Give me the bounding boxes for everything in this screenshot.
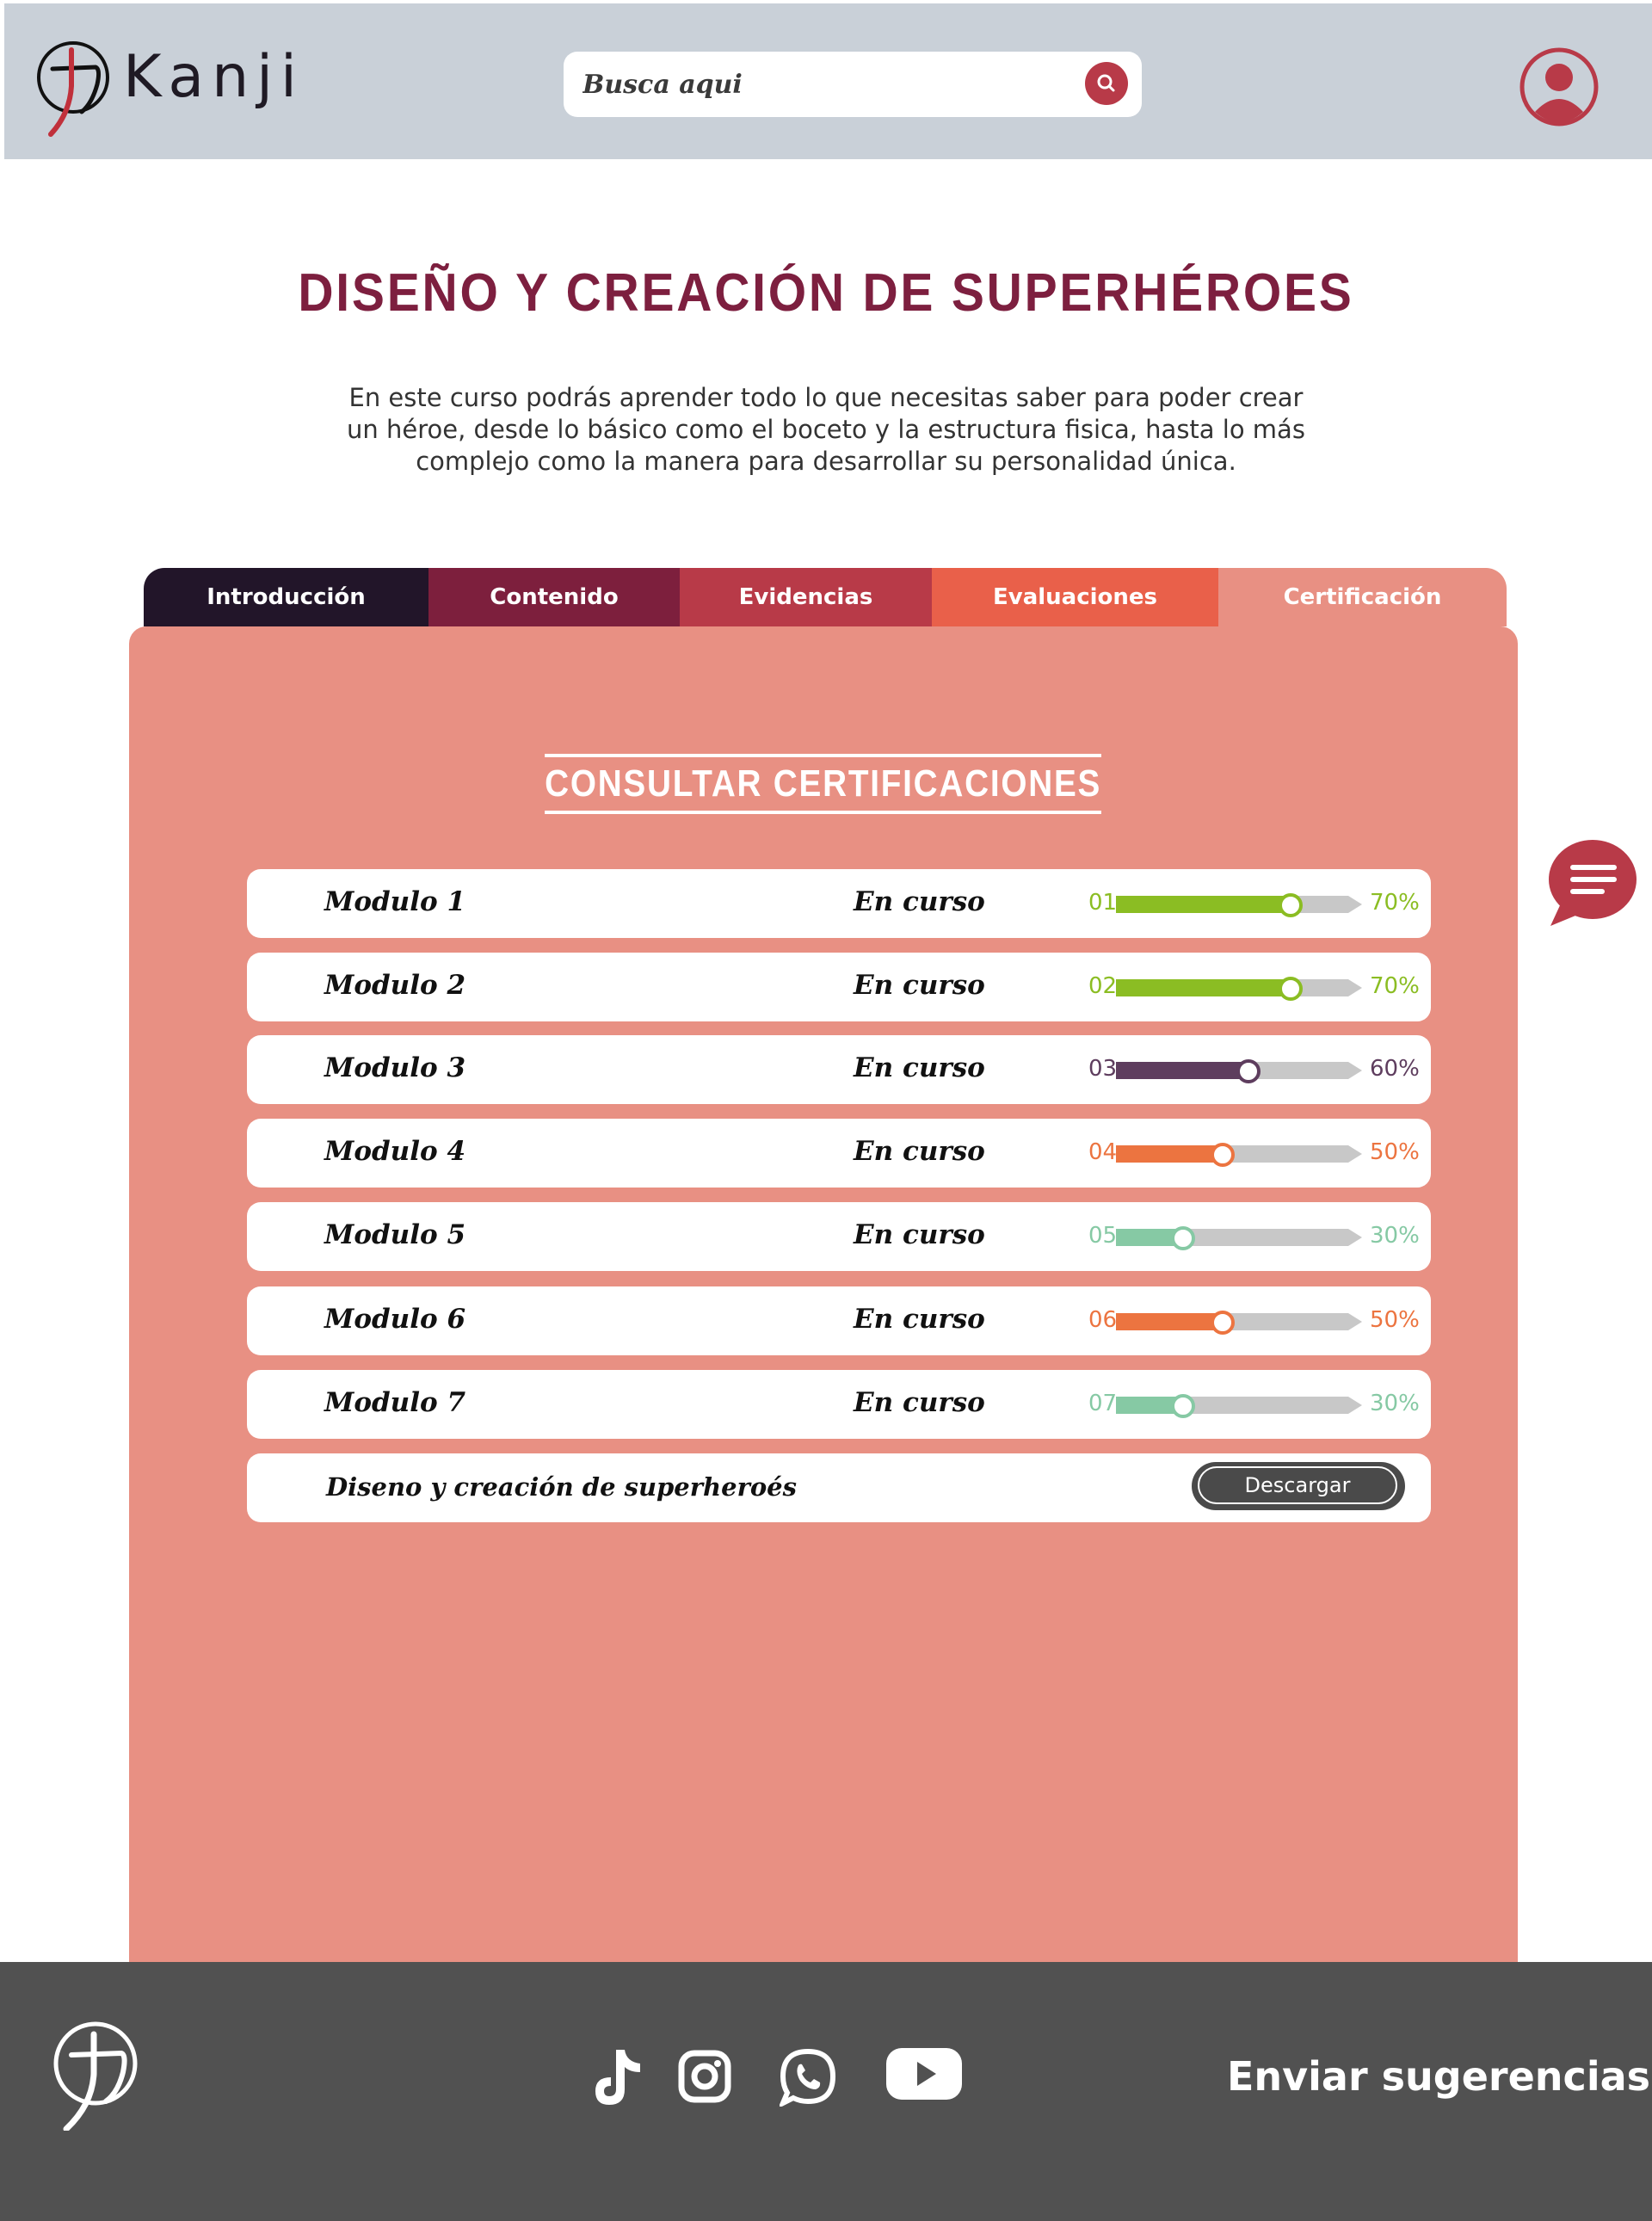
youtube-link[interactable] — [886, 2045, 962, 2107]
progress-knob[interactable] — [1211, 1143, 1235, 1167]
tab-evidencias[interactable]: Evidencias — [680, 568, 932, 626]
course-description: En este curso podrás aprender todo lo qu… — [347, 383, 1305, 476]
module-number: 01 — [1088, 890, 1118, 916]
progress-track-arrow — [1348, 896, 1362, 913]
module-name: Modulo 2 — [324, 970, 466, 1001]
user-avatar[interactable] — [1519, 46, 1600, 127]
whatsapp-icon — [778, 2048, 836, 2109]
module-status: En curso — [854, 1304, 985, 1335]
progress-knob[interactable] — [1171, 1394, 1195, 1418]
progress-track-arrow — [1348, 1145, 1362, 1163]
module-name: Modulo 5 — [324, 1219, 466, 1250]
module-percent: 60% — [1370, 1056, 1420, 1082]
panel-title: CONSULTAR CERTIFICACIONES — [129, 754, 1518, 814]
progress-track-arrow — [1348, 1062, 1362, 1079]
tab-contenido[interactable]: Contenido — [428, 568, 680, 626]
kanji-logo-icon — [53, 2021, 138, 2132]
user-icon — [1519, 47, 1599, 126]
progress-fill — [1116, 979, 1291, 996]
certification-panel: CONSULTAR CERTIFICACIONES Modulo 1 En cur… — [129, 626, 1518, 1962]
progress-fill — [1116, 896, 1291, 913]
module-row[interactable]: Modulo 5 En curso 05 30% — [247, 1202, 1431, 1271]
module-name: Modulo 3 — [324, 1052, 466, 1083]
certificate-name: Diseno y creación de superheroés — [326, 1472, 797, 1502]
header: Kanji — [4, 3, 1652, 159]
module-percent: 70% — [1370, 973, 1420, 999]
module-row[interactable]: Modulo 2 En curso 02 70% — [247, 953, 1431, 1021]
module-name: Modulo 6 — [324, 1304, 466, 1335]
module-number: 02 — [1088, 973, 1118, 999]
progress-track-arrow — [1348, 1397, 1362, 1414]
tab-label: Certificación — [1283, 584, 1442, 610]
module-number: 04 — [1088, 1139, 1118, 1165]
chat-button[interactable] — [1545, 838, 1637, 928]
youtube-icon — [886, 2048, 962, 2100]
module-number: 07 — [1088, 1391, 1118, 1416]
progress-track-arrow — [1348, 1313, 1362, 1330]
progress-knob[interactable] — [1279, 977, 1303, 1001]
progress-knob[interactable] — [1171, 1226, 1195, 1250]
tab-label: Evidencias — [738, 584, 873, 610]
search-button[interactable] — [1085, 62, 1128, 105]
brand-name: Kanji — [123, 43, 305, 111]
suggestions-link[interactable]: Enviar sugerencias — [1227, 2053, 1650, 2100]
chat-icon — [1549, 840, 1637, 926]
certificate-row: Diseno y creación de superheroés Descarg… — [247, 1453, 1431, 1522]
module-row[interactable]: Modulo 1 En curso 01 70% — [247, 869, 1431, 938]
module-number: 03 — [1088, 1056, 1118, 1082]
tab-label: Evaluaciones — [992, 584, 1158, 610]
module-status: En curso — [854, 886, 985, 917]
download-button-label: Descargar — [1198, 1466, 1397, 1504]
download-button[interactable]: Descargar — [1192, 1462, 1405, 1510]
instagram-link[interactable] — [678, 2048, 731, 2108]
progress-knob[interactable] — [1279, 893, 1303, 917]
progress-fill — [1116, 1313, 1223, 1330]
module-percent: 30% — [1370, 1391, 1420, 1416]
module-percent: 70% — [1370, 890, 1420, 916]
tiktok-link[interactable] — [590, 2048, 644, 2112]
course-tabs: Introducción Contenido Evidencias Evalua… — [144, 568, 1507, 626]
tab-introduccion[interactable]: Introducción — [144, 568, 428, 626]
module-number: 05 — [1088, 1223, 1118, 1249]
footer-logo[interactable] — [47, 2019, 142, 2132]
tab-label: Contenido — [490, 584, 619, 610]
module-row[interactable]: Modulo 6 En curso 06 50% — [247, 1286, 1431, 1355]
footer: Enviar sugerencias — [0, 1962, 1652, 2221]
search-icon — [1097, 74, 1115, 92]
brand-logo[interactable]: Kanji — [37, 34, 297, 138]
module-percent: 50% — [1370, 1139, 1420, 1165]
progress-knob[interactable] — [1211, 1311, 1235, 1335]
progress-knob[interactable] — [1236, 1059, 1261, 1083]
module-status: En curso — [854, 970, 985, 1001]
module-status: En curso — [854, 1136, 985, 1167]
kanji-logo-icon — [37, 41, 109, 137]
module-status: En curso — [854, 1387, 985, 1418]
search-input[interactable] — [581, 64, 1066, 105]
module-status: En curso — [854, 1052, 985, 1083]
module-percent: 30% — [1370, 1223, 1420, 1249]
tab-evaluaciones[interactable]: Evaluaciones — [932, 568, 1218, 626]
tab-certificacion[interactable]: Certificación — [1218, 568, 1507, 626]
module-row[interactable]: Modulo 7 En curso 07 30% — [247, 1370, 1431, 1439]
course-title: DISEÑO Y CREACIÓN DE SUPERHÉROES — [298, 263, 1354, 323]
instagram-icon — [678, 2050, 731, 2103]
progress-fill — [1116, 1145, 1223, 1163]
tiktok-icon — [595, 2050, 640, 2105]
module-row[interactable]: Modulo 4 En curso 04 50% — [247, 1119, 1431, 1188]
module-status: En curso — [854, 1219, 985, 1250]
progress-track-arrow — [1348, 1229, 1362, 1246]
module-name: Modulo 7 — [324, 1387, 466, 1418]
progress-track-arrow — [1348, 979, 1362, 996]
module-row[interactable]: Modulo 3 En curso 03 60% — [247, 1035, 1431, 1104]
module-percent: 50% — [1370, 1307, 1420, 1333]
module-name: Modulo 1 — [324, 886, 466, 917]
progress-fill — [1116, 1062, 1248, 1079]
panel-title-text: CONSULTAR CERTIFICACIONES — [545, 754, 1102, 814]
tab-label: Introducción — [206, 584, 366, 610]
module-number: 06 — [1088, 1307, 1118, 1333]
whatsapp-link[interactable] — [778, 2048, 836, 2110]
search-bar — [564, 52, 1142, 117]
module-name: Modulo 4 — [324, 1136, 466, 1167]
